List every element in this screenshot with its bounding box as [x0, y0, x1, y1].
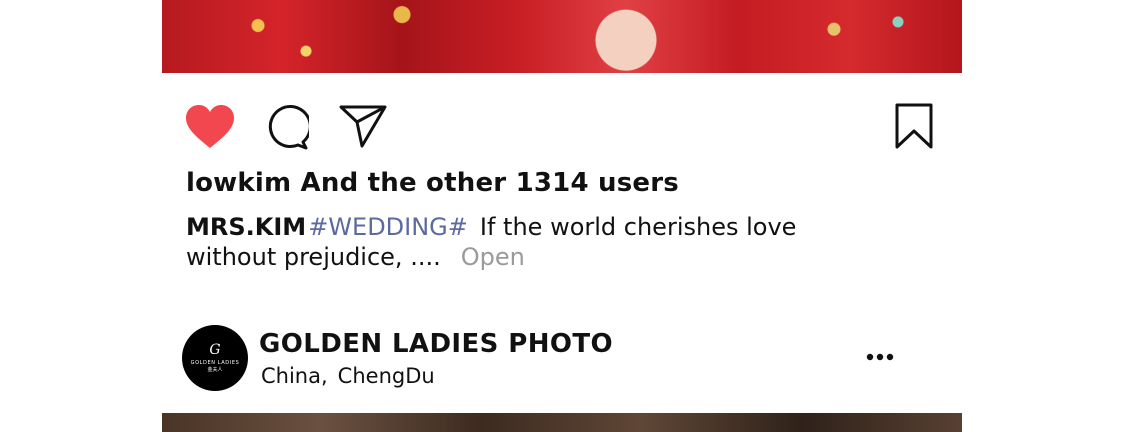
avatar-brand-text: GOLDEN LADIES [190, 360, 240, 366]
account-name[interactable]: GOLDEN LADIES PHOTO [259, 329, 613, 359]
post-photo-next[interactable] [162, 413, 962, 432]
caption-open-link[interactable]: Open [461, 243, 525, 271]
send-icon[interactable] [339, 104, 387, 148]
avatar-brand-cn: 金夫人 [207, 367, 223, 373]
more-dots-icon[interactable] [865, 351, 895, 363]
avatar-monogram: G [209, 342, 221, 358]
heart-icon[interactable] [185, 104, 235, 150]
bookmark-icon[interactable] [895, 103, 933, 149]
post-header: G GOLDEN LADIES 金夫人 GOLDEN LADIES PHOTO … [182, 324, 902, 392]
location-city: ChengDu [337, 364, 435, 388]
post-action-bar [185, 102, 935, 152]
post-caption: MRS.KIM#WEDDING# If the world cherishes l… [186, 212, 886, 272]
avatar[interactable]: G GOLDEN LADIES 金夫人 [182, 325, 248, 391]
caption-hashtag[interactable]: #WEDDING# [308, 213, 468, 241]
caption-username[interactable]: MRS.KIM [186, 213, 306, 241]
location-country: China, [261, 364, 328, 388]
comment-icon[interactable] [263, 104, 309, 150]
likes-count[interactable]: lowkim And the other 1314 users [186, 168, 679, 198]
post-location[interactable]: China, ChengDu [261, 364, 435, 388]
post-photo-top[interactable] [162, 0, 962, 73]
